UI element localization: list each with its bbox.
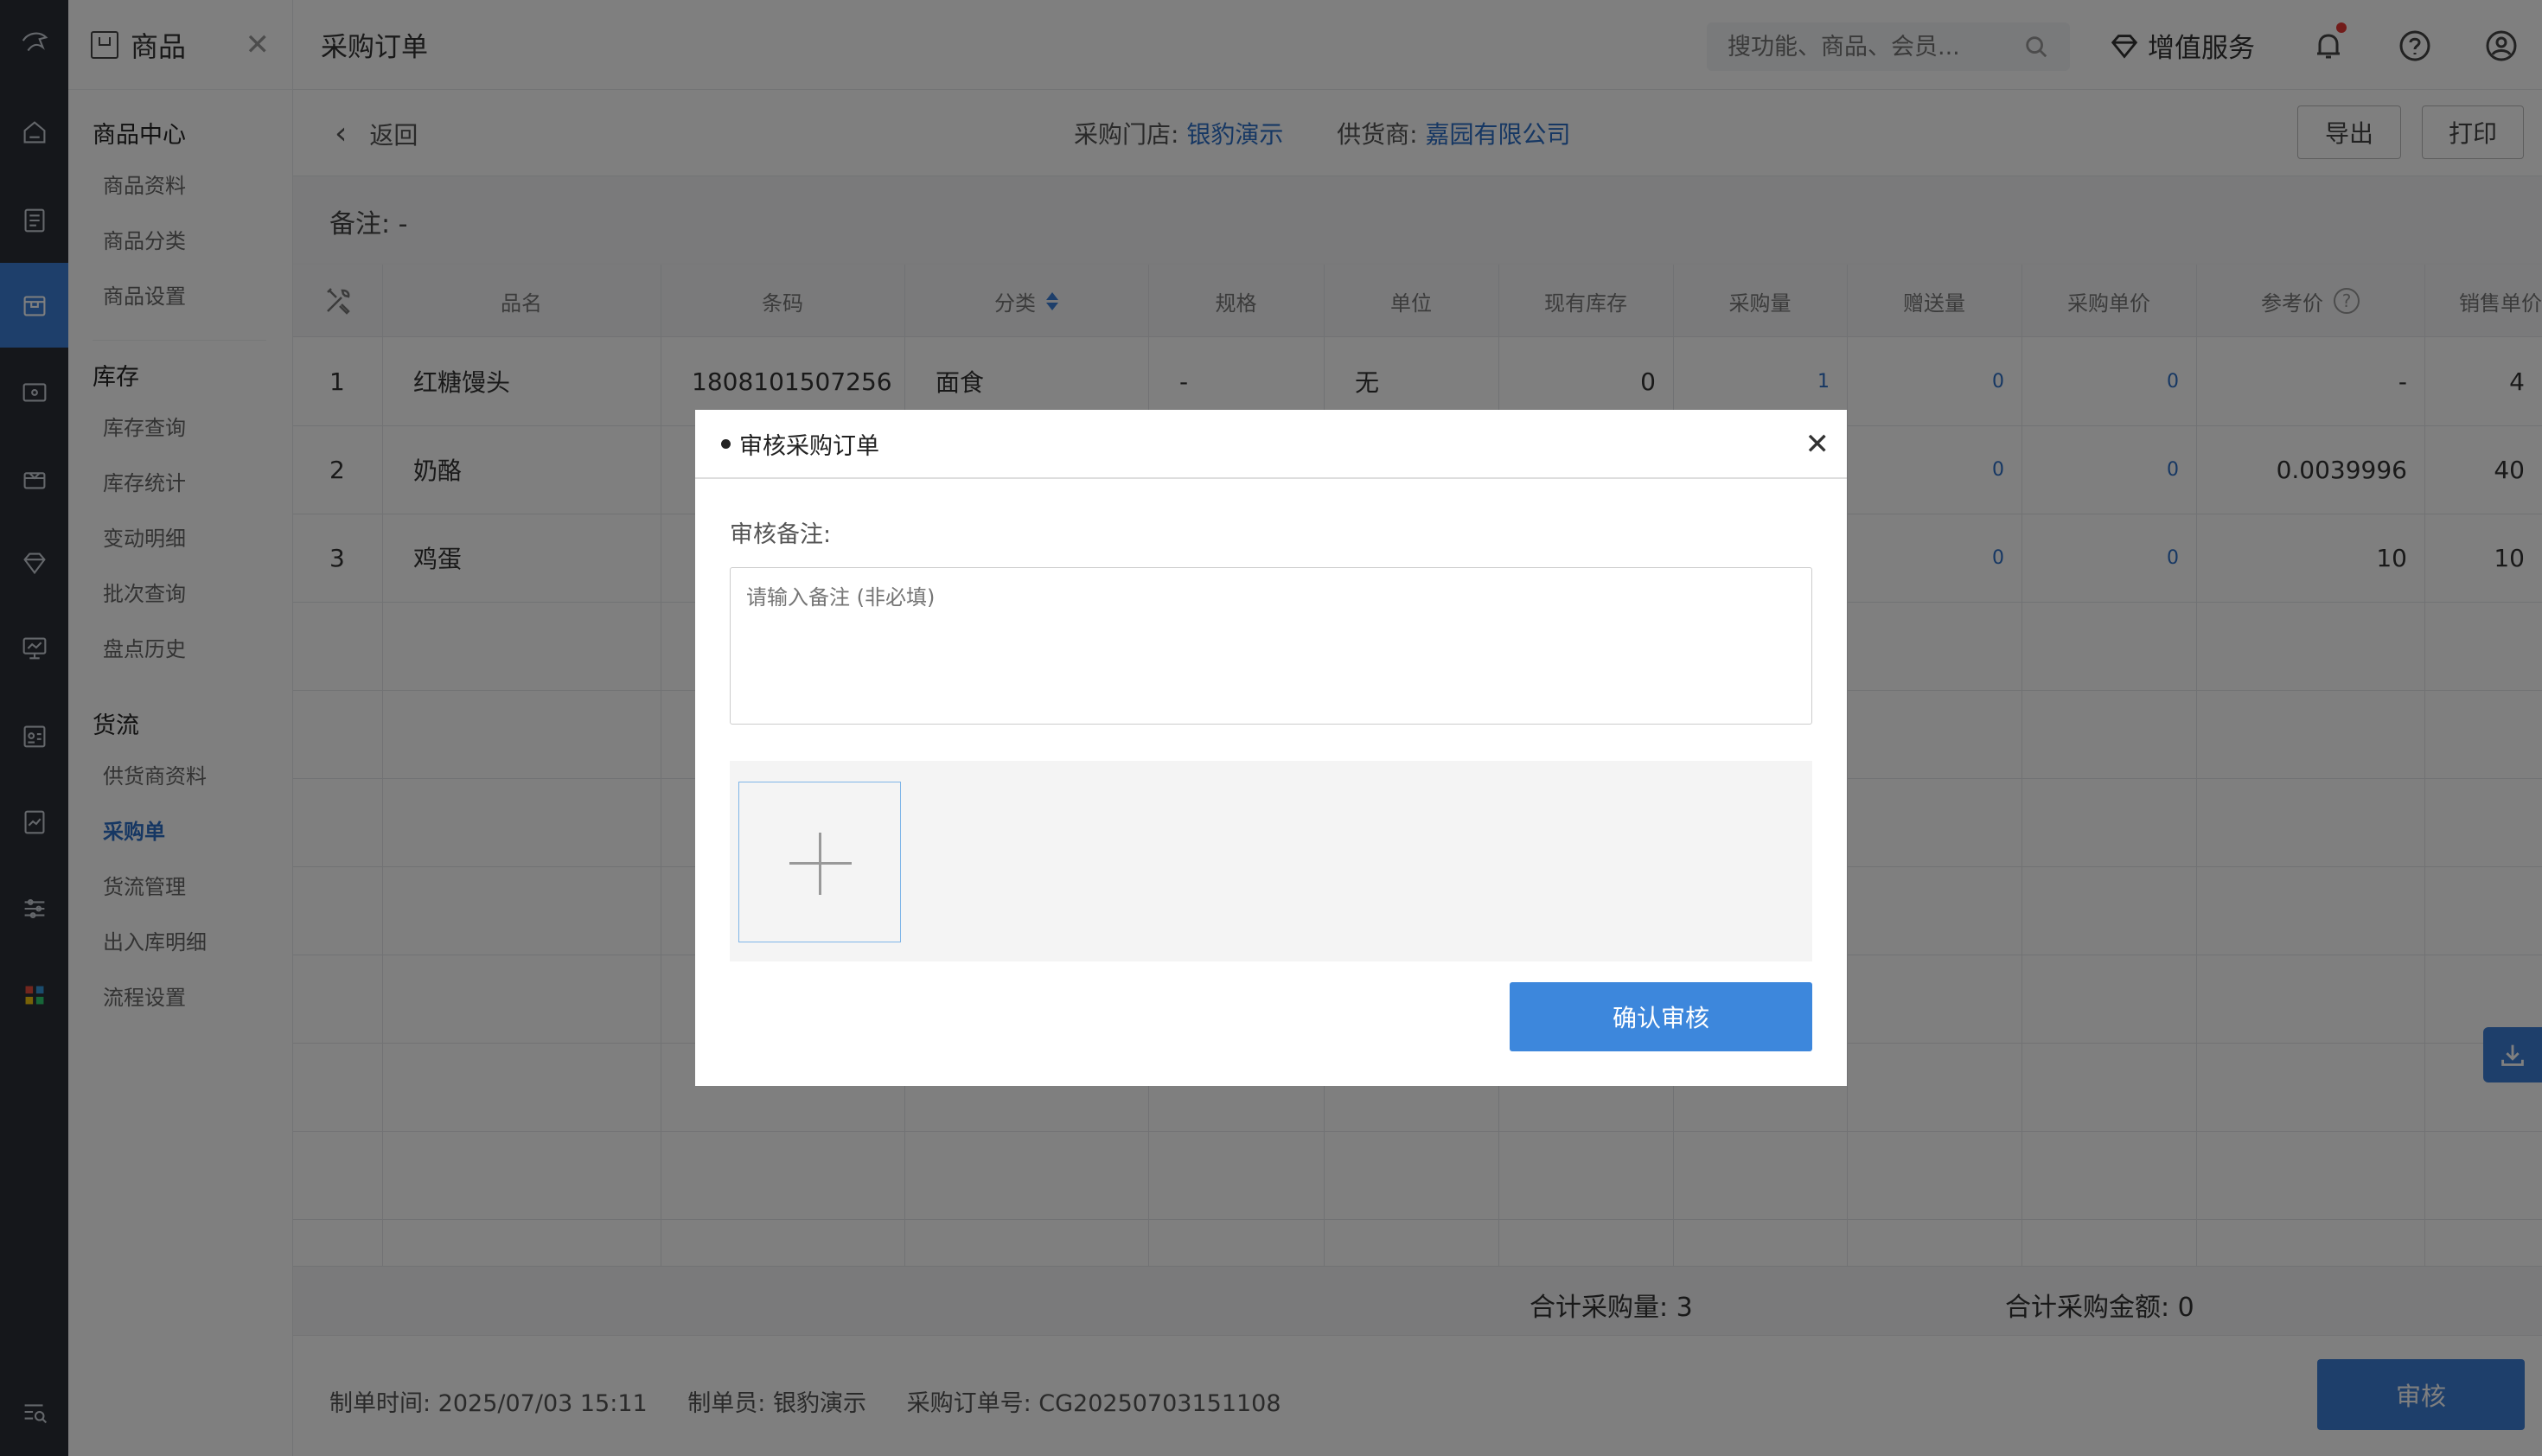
remark-label: 审核备注: [730, 521, 832, 548]
attachment-area [730, 761, 1812, 961]
close-icon[interactable]: ✕ [1805, 427, 1830, 462]
bullet-icon [721, 438, 731, 449]
audit-remark-input[interactable] [730, 567, 1812, 725]
add-attachment-button[interactable] [738, 782, 901, 942]
dialog-header: 审核采购订单 ✕ [695, 410, 1847, 479]
confirm-audit-button[interactable]: 确认审核 [1510, 982, 1812, 1051]
dialog-title: 审核采购订单 [739, 432, 879, 460]
audit-dialog: 审核采购订单 ✕ 审核备注: 确认审核 [695, 410, 1847, 1086]
